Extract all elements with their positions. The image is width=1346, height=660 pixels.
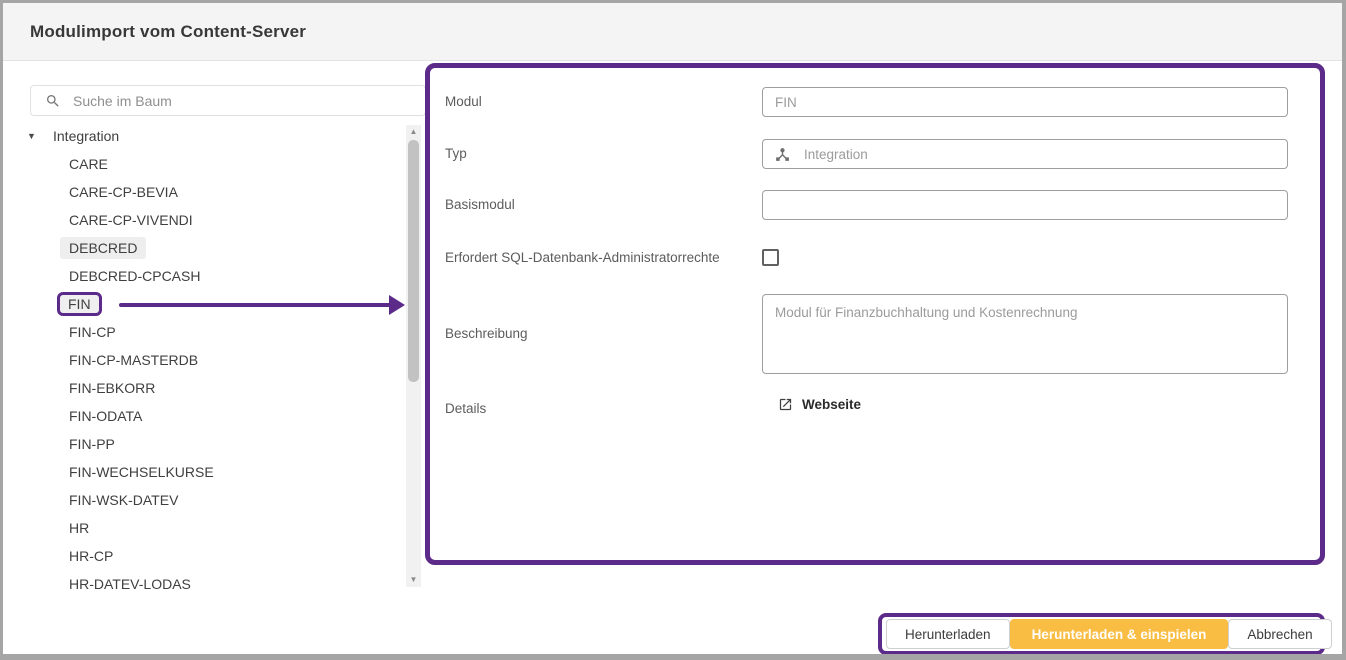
abbrechen-button[interactable]: Abbrechen xyxy=(1228,619,1331,649)
typ-label: Typ xyxy=(445,146,467,161)
tree-node-label: FIN-PP xyxy=(60,433,124,455)
tree-node-fin-cp-masterdb[interactable]: FIN-CP-MASTERDB xyxy=(3,346,405,374)
tree-search-field[interactable] xyxy=(30,85,426,116)
tree-node-fin-odata[interactable]: FIN-ODATA xyxy=(3,402,405,430)
herunterladen-button[interactable]: Herunterladen xyxy=(886,619,1010,649)
typ-value: Integration xyxy=(804,147,868,162)
annotation-arrow-head xyxy=(389,295,405,315)
tree-node-fin-ebkorr[interactable]: FIN-EBKORR xyxy=(3,374,405,402)
tree-scrollbar[interactable]: ▲ ▼ xyxy=(406,125,421,587)
tree-node-label: CARE-CP-BEVIA xyxy=(60,181,187,203)
tree-node-fin-pp[interactable]: FIN-PP xyxy=(3,430,405,458)
basismodul-input[interactable] xyxy=(762,190,1288,220)
module-detail-panel: Modul Typ Integration Basismodul Erforde… xyxy=(425,63,1325,565)
scroll-up-icon[interactable]: ▲ xyxy=(406,125,421,139)
tree-search-input[interactable] xyxy=(71,92,425,110)
module-tree: ▼ Integration CARE CARE-CP-BEVIA CARE-CP… xyxy=(3,122,405,592)
dialog-title: Modulimport vom Content-Server xyxy=(30,3,306,60)
typ-field[interactable]: Integration xyxy=(762,139,1288,169)
tree-node-label: DEBCRED-CPCASH xyxy=(60,265,209,287)
beschreibung-textarea[interactable] xyxy=(762,294,1288,374)
tree-node-label: HR-DATEV-LODAS xyxy=(60,573,200,592)
dialog-actions: Herunterladen Herunterladen & einspielen… xyxy=(878,613,1325,655)
beschreibung-label: Beschreibung xyxy=(445,326,528,341)
tree-node-fin-wechselkurse[interactable]: FIN-WECHSELKURSE xyxy=(3,458,405,486)
webseite-link[interactable]: Webseite xyxy=(778,397,861,412)
modul-label: Modul xyxy=(445,94,482,109)
search-icon xyxy=(45,93,61,109)
tree-node-hr[interactable]: HR xyxy=(3,514,405,542)
sql-admin-checkbox[interactable] xyxy=(762,249,779,266)
tree-node-label: CARE xyxy=(60,153,117,175)
tree-node-care[interactable]: CARE xyxy=(3,150,405,178)
modul-input[interactable] xyxy=(762,87,1288,117)
tree-node-care-cp-bevia[interactable]: CARE-CP-BEVIA xyxy=(3,178,405,206)
tree-node-label: CARE-CP-VIVENDI xyxy=(60,209,202,231)
details-label: Details xyxy=(445,401,486,416)
modulimport-dialog: Modulimport vom Content-Server ▼ Integra… xyxy=(0,0,1346,660)
tree-node-label: DEBCRED xyxy=(60,237,146,259)
tree-node-label: HR xyxy=(60,517,98,539)
tree-node-debcred[interactable]: DEBCRED xyxy=(3,234,405,262)
tree-node-debcred-cpcash[interactable]: DEBCRED-CPCASH xyxy=(3,262,405,290)
tree-node-label: FIN-CP-MASTERDB xyxy=(60,349,207,371)
basismodul-label: Basismodul xyxy=(445,197,515,212)
tree-node-hr-cp[interactable]: HR-CP xyxy=(3,542,405,570)
open-in-new-icon xyxy=(778,397,793,412)
tree-node-label: FIN-WECHSELKURSE xyxy=(60,461,223,483)
annotation-arrow-line xyxy=(119,303,391,307)
tree-node-fin-wsk-datev[interactable]: FIN-WSK-DATEV xyxy=(3,486,405,514)
scroll-down-icon[interactable]: ▼ xyxy=(406,573,421,587)
tree-node-care-cp-vivendi[interactable]: CARE-CP-VIVENDI xyxy=(3,206,405,234)
webseite-link-label: Webseite xyxy=(802,397,861,412)
tree-node-fin-cp[interactable]: FIN-CP xyxy=(3,318,405,346)
tree-node-label: FIN-EBKORR xyxy=(60,377,164,399)
tree-node-integration[interactable]: ▼ Integration xyxy=(3,122,405,150)
tree-node-label: Integration xyxy=(44,125,128,147)
tree-node-label: FIN-CP xyxy=(60,321,125,343)
device-hub-icon xyxy=(774,146,791,163)
tree-node-hr-datev-lodas[interactable]: HR-DATEV-LODAS xyxy=(3,570,405,592)
scrollbar-thumb[interactable] xyxy=(408,140,419,382)
tree-node-label: FIN xyxy=(57,292,102,316)
sql-admin-label: Erfordert SQL-Datenbank-Administratorrec… xyxy=(445,250,720,265)
tree-node-label: FIN-ODATA xyxy=(60,405,151,427)
herunterladen-einspielen-button[interactable]: Herunterladen & einspielen xyxy=(1010,619,1229,649)
tree-node-label: FIN-WSK-DATEV xyxy=(60,489,187,511)
tree-node-label: HR-CP xyxy=(60,545,122,567)
dialog-header: Modulimport vom Content-Server xyxy=(3,3,1342,61)
